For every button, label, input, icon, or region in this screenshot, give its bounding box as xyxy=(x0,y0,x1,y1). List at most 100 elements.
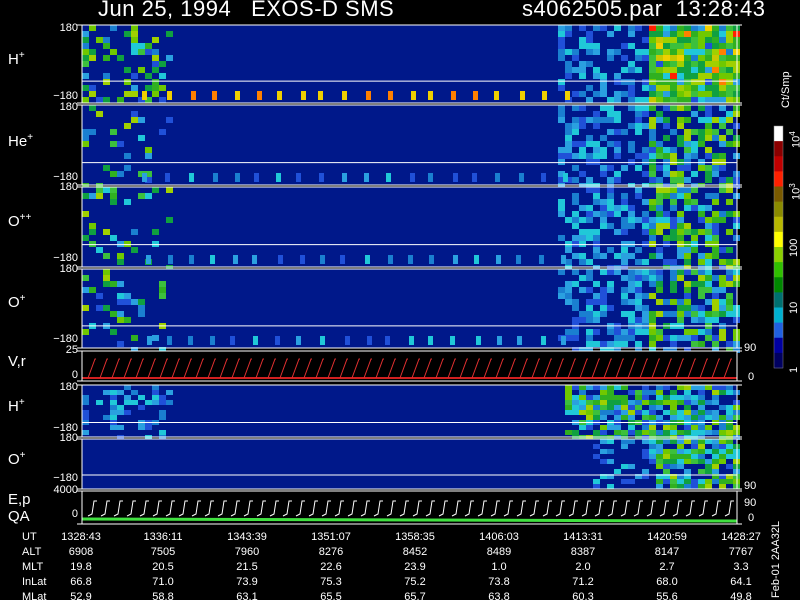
colorbar-tick-10: 10 xyxy=(788,301,800,314)
tick-vr-top: 25 xyxy=(65,344,78,356)
ephemeris-cell: 8452 xyxy=(402,546,428,558)
ephemeris-row-header: InLat xyxy=(22,576,47,588)
ephemeris-cell: 8276 xyxy=(318,546,344,558)
colorbar-tick-1e3: 103 xyxy=(788,183,800,200)
tick-vr-bottom: 0 xyxy=(71,369,78,381)
rtick-vr-top: 90 xyxy=(744,342,757,354)
ephemeris-row-header: MLat xyxy=(22,591,47,600)
colorbar-segment xyxy=(774,277,783,293)
qa-line xyxy=(81,517,738,523)
ephemeris-cell: 73.8 xyxy=(488,576,510,588)
panel-label-h-plus: H+ xyxy=(8,50,25,68)
panel-label-o-pp: O++ xyxy=(8,212,32,230)
ephemeris-cell: 71.0 xyxy=(152,576,174,588)
tick-h2-top: 180 xyxy=(59,381,78,393)
colorbar-segment xyxy=(774,201,783,218)
ephemeris-cell: 52.9 xyxy=(70,591,92,600)
ephemeris-cell: 1406:03 xyxy=(479,531,519,543)
ephemeris-row-header: ALT xyxy=(22,546,42,558)
colorbar-segment xyxy=(774,141,783,157)
ephemeris-cell: 6908 xyxy=(68,546,94,558)
ephemeris-cell: 1.0 xyxy=(491,561,507,573)
rtick-o2-top: 90 xyxy=(744,480,757,492)
tick-o2-bottom: −180 xyxy=(53,472,78,484)
ephemeris-cell: 21.5 xyxy=(236,561,258,573)
rtick-vr-bottom: 0 xyxy=(748,371,755,383)
tick-op-top: 180 xyxy=(59,263,78,275)
colorbar-segment xyxy=(774,156,783,172)
panel-label-h-plus-2: H+ xyxy=(8,397,25,415)
ephemeris-cell: 23.9 xyxy=(404,561,426,573)
ephemeris-cell: 2.0 xyxy=(575,561,591,573)
tick-opp-top: 180 xyxy=(59,181,78,193)
ephemeris-cell: 55.6 xyxy=(656,591,678,600)
ephemeris-cell: 64.1 xyxy=(730,576,752,588)
ephemeris-row-header: UT xyxy=(22,531,37,543)
colorbar-unit: Ct/Smp xyxy=(780,71,792,108)
colorbar-segment xyxy=(774,126,783,142)
ephemeris-cell: 1328:43 xyxy=(61,531,101,543)
rtick-ep-bottom: 0 xyxy=(748,512,755,524)
panel-label-vr: V,r xyxy=(8,353,26,370)
ephemeris-cell: 8147 xyxy=(654,546,680,558)
ephemeris-cell: 1336:11 xyxy=(143,531,183,543)
colorbar-segment xyxy=(774,307,783,324)
ephemeris-cell: 60.3 xyxy=(572,591,594,600)
ephemeris-cell: 7505 xyxy=(150,546,176,558)
colorbar-segment xyxy=(774,322,783,339)
panel-label-qa: QA xyxy=(8,508,30,525)
ephemeris-cell: 7767 xyxy=(728,546,754,558)
ephemeris-cell: 8387 xyxy=(570,546,596,558)
ephemeris-cell: 20.5 xyxy=(152,561,174,573)
panel-bg-6 xyxy=(82,439,737,489)
ephemeris-cell: 58.8 xyxy=(152,591,174,600)
colorbar-segment xyxy=(774,352,783,369)
colorbar-segment xyxy=(774,262,783,278)
ephemeris-cell: 63.1 xyxy=(236,591,258,600)
plot-canvas xyxy=(77,24,784,525)
colorbar-segment xyxy=(774,247,783,263)
ephemeris-cell: 1358:35 xyxy=(395,531,435,543)
colorbar-tick-1e4: 104 xyxy=(788,131,800,148)
colorbar-segment xyxy=(774,186,783,203)
ephemeris-cell: 65.5 xyxy=(320,591,342,600)
ephemeris-cell: 2.7 xyxy=(659,561,675,573)
footer-code: Feb-01 2AA32L xyxy=(770,520,782,598)
tick-ep-top: 4000 xyxy=(53,484,78,496)
rtick-ep-top: 90 xyxy=(744,497,757,509)
ephemeris-cell: 73.9 xyxy=(236,576,258,588)
colorbar-tick-100: 100 xyxy=(788,238,800,257)
ephemeris-cell: 49.8 xyxy=(730,591,752,600)
colorbar-segment xyxy=(774,231,783,248)
tick-o2-top: 180 xyxy=(59,432,78,444)
ephemeris-cell: 65.7 xyxy=(404,591,426,600)
ephemeris-cell: 1428:27 xyxy=(721,531,761,543)
ephemeris-cell: 1420:59 xyxy=(647,531,687,543)
ephemeris-cell: 66.8 xyxy=(70,576,92,588)
colorbar-segment xyxy=(774,171,783,187)
tick-ep-bottom: 0 xyxy=(71,508,78,520)
panel-label-he-plus: He+ xyxy=(8,132,34,150)
ephemeris-cell: 63.8 xyxy=(488,591,510,600)
ephemeris-cell: 71.2 xyxy=(572,576,594,588)
ephemeris-cell: 8489 xyxy=(486,546,512,558)
tick-he-top: 180 xyxy=(59,101,78,113)
spectrogram-figure: { "header": { "date": "Jun 25, 1994", "m… xyxy=(0,0,800,600)
panel-label-o-plus: O+ xyxy=(8,293,26,311)
ephemeris-cell: 19.8 xyxy=(70,561,92,573)
colorbar-segment xyxy=(774,216,783,233)
ephemeris-cell: 68.0 xyxy=(656,576,678,588)
panel-label-o-plus-2: O+ xyxy=(8,450,26,468)
ephemeris-cell: 1413:31 xyxy=(563,531,603,543)
ephemeris-cell: 1343:39 xyxy=(227,531,267,543)
ephemeris-cell: 3.3 xyxy=(733,561,749,573)
ephemeris-cell: 22.6 xyxy=(320,561,342,573)
panel-label-ep: E,p xyxy=(8,491,31,508)
ephemeris-cell: 1351:07 xyxy=(311,531,351,543)
ephemeris-row-header: MLT xyxy=(22,561,44,573)
ephemeris-cell: 7960 xyxy=(234,546,260,558)
ephemeris-cell: 75.2 xyxy=(404,576,426,588)
colorbar-tick-1: 1 xyxy=(788,366,800,373)
ephemeris-cell: 75.3 xyxy=(320,576,342,588)
tick-h-top: 180 xyxy=(59,22,78,34)
